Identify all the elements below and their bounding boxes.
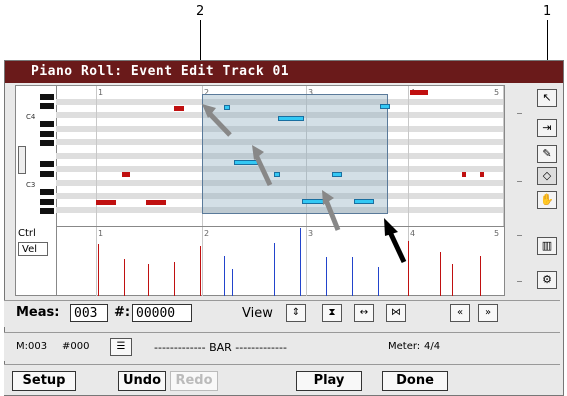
redo-button[interactable]: Redo [170, 371, 218, 391]
grey-arrow-icon [323, 199, 341, 231]
meter-label: Meter: [388, 341, 421, 352]
button-row: Setup Undo Redo Play Done [4, 364, 560, 395]
status-hash: #000 [62, 341, 90, 352]
black-arrow-head [384, 218, 398, 236]
fast-forward-icon[interactable]: » [478, 304, 498, 322]
undo-button[interactable]: Undo [118, 371, 166, 391]
status-meas: M:003 [16, 341, 48, 352]
meas-label: Meas: [16, 305, 60, 320]
zoom-horizontal-out-icon[interactable]: ⋈ [386, 304, 406, 322]
done-button[interactable]: Done [382, 371, 448, 391]
status-bar-text: ------------- BAR ------------- [154, 341, 287, 354]
play-button[interactable]: Play [296, 371, 362, 391]
view-label: View [242, 306, 273, 321]
grey-arrow-icon [253, 153, 273, 187]
grey-arrow-icon [206, 110, 232, 137]
meter-value: 4/4 [424, 341, 441, 352]
hash-label: #: [114, 305, 131, 320]
setup-button[interactable]: Setup [12, 371, 76, 391]
zoom-vertical-out-icon[interactable]: ⧗ [322, 304, 342, 322]
status-row: M:003 #000 ☰ ------------- BAR ---------… [4, 332, 560, 361]
zoom-vertical-in-icon[interactable]: ⇕ [286, 304, 306, 322]
zoom-horizontal-in-icon[interactable]: ↔ [354, 304, 374, 322]
rewind-icon[interactable]: « [450, 304, 470, 322]
hash-field[interactable]: 00000 [132, 304, 192, 322]
black-arrow-icon [387, 230, 407, 264]
event-list-icon[interactable]: ☰ [110, 338, 132, 356]
meas-row: Meas: 003 #: 00000 View ⇕ ⧗ ↔ ⋈ « » [4, 300, 560, 327]
meas-field[interactable]: 003 [70, 304, 108, 322]
